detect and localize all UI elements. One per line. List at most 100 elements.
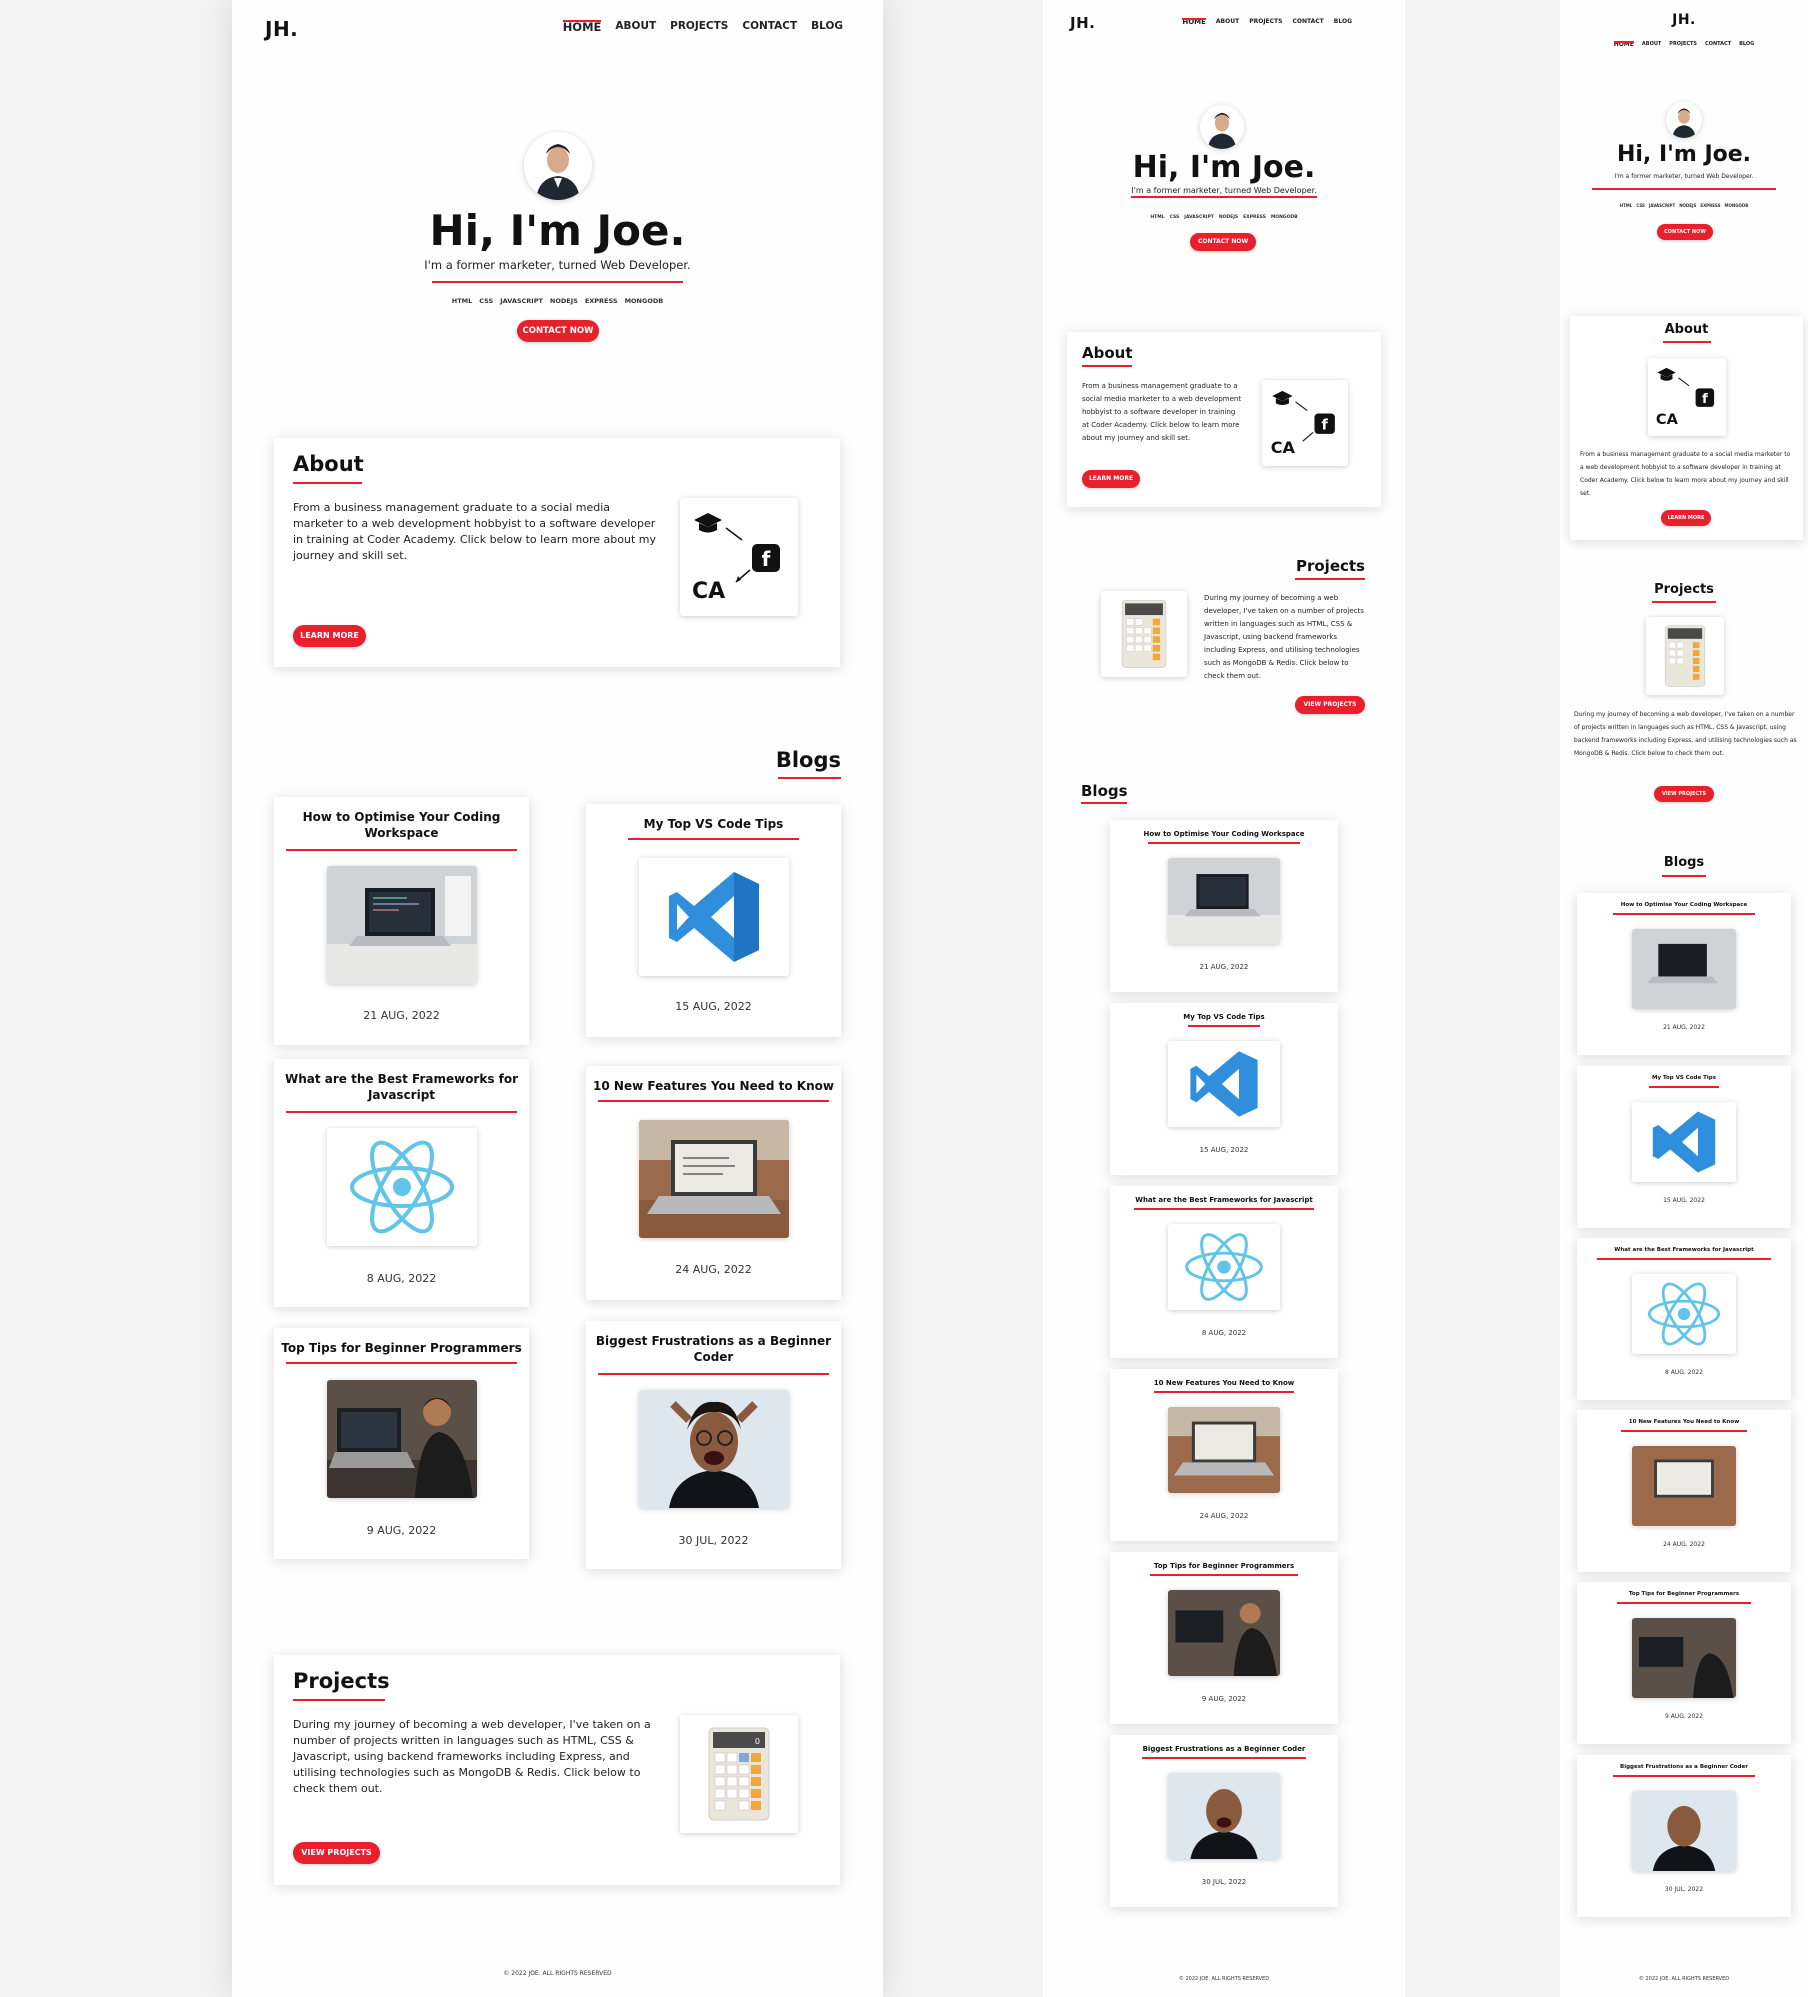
projects-image [1101, 591, 1187, 677]
hero-underline [1592, 188, 1776, 190]
blog-underline [1621, 1430, 1747, 1432]
nav-about[interactable]: About [1642, 41, 1661, 48]
blog-image [1632, 1102, 1736, 1182]
about-title: About [1082, 344, 1133, 362]
blog-title[interactable]: Top Tips for Beginner Programmers [1583, 1591, 1785, 1597]
nav-contact[interactable]: Contact [1292, 18, 1323, 26]
skill-tag: CSS [1169, 215, 1180, 220]
contact-now-button[interactable]: Contact Now [1657, 224, 1713, 240]
projects-underline [1295, 578, 1365, 580]
blog-title[interactable]: My Top VS Code Tips [1116, 1013, 1332, 1021]
nav-projects[interactable]: Projects [1669, 41, 1697, 48]
nav-contact[interactable]: Contact [742, 20, 797, 34]
contact-now-button[interactable]: Contact Now [1190, 233, 1256, 251]
view-projects-button[interactable]: View Projects [293, 1842, 380, 1864]
blog-title[interactable]: Top Tips for Beginner Programmers [1116, 1562, 1332, 1570]
blogs-title: Blogs [1663, 855, 1705, 870]
about-card: About f CA From a business management gra… [1570, 316, 1803, 540]
blog-underline [1142, 1757, 1306, 1759]
blog-card[interactable]: What are the Best Frameworks for Javascr… [1110, 1186, 1338, 1358]
nav-contact[interactable]: Contact [1705, 41, 1731, 48]
blog-card[interactable]: Top Tips for Beginner Programmers 9 AUG,… [274, 1328, 529, 1559]
blog-title[interactable]: 10 New Features You Need to Know [1116, 1379, 1332, 1387]
ca-logo-text: CA [1271, 438, 1296, 457]
about-text: From a business management graduate to a… [293, 501, 656, 562]
blog-card[interactable]: My Top VS Code Tips 15 AUG, 2022 [1110, 1003, 1338, 1175]
nav-home[interactable]: Home [1613, 41, 1635, 48]
learn-more-button[interactable]: Learn More [1082, 470, 1140, 488]
contact-now-button[interactable]: Contact Now [517, 320, 599, 342]
nav-about[interactable]: About [1216, 18, 1239, 26]
blog-date: 15 AUG, 2022 [675, 1000, 752, 1013]
blog-title[interactable]: How to Optimise Your Coding Workspace [1116, 830, 1332, 838]
blog-title[interactable]: How to Optimise Your Coding Workspace [1583, 902, 1785, 908]
blogs-title: Blogs [775, 748, 841, 772]
projects-card: Projects During my journey of becoming a… [274, 1655, 840, 1885]
nav-projects[interactable]: Projects [1249, 18, 1282, 26]
projects-title: Projects [1295, 557, 1365, 575]
blog-card[interactable]: How to Optimise Your Coding Workspace 21… [274, 797, 529, 1045]
blog-card[interactable]: Top Tips for Beginner Programmers 9 AUG,… [1577, 1582, 1791, 1744]
blog-card[interactable]: My Top VS Code Tips 15 AUG, 2022 [1577, 1066, 1791, 1228]
blog-title[interactable]: 10 New Features You Need to Know [592, 1078, 835, 1094]
skill-tag: HTML [451, 297, 473, 305]
blog-image [1632, 1446, 1736, 1526]
blog-card[interactable]: 10 New Features You Need to Know 24 AUG,… [1577, 1410, 1791, 1572]
skill-tag: MONGODB [624, 297, 664, 305]
blog-card[interactable]: Top Tips for Beginner Programmers 9 AUG,… [1110, 1552, 1338, 1724]
blog-title[interactable]: What are the Best Frameworks for Javascr… [1583, 1247, 1785, 1253]
blog-date: 9 AUG, 2022 [366, 1524, 437, 1537]
learn-more-button[interactable]: Learn More [1661, 510, 1711, 526]
view-projects-button[interactable]: View Projects [1654, 786, 1714, 802]
blog-underline [628, 838, 799, 840]
site-logo[interactable]: JH. [1560, 12, 1808, 28]
nav-blog[interactable]: Blog [811, 20, 843, 34]
blog-title[interactable]: Biggest Frustrations as a Beginner Coder [592, 1333, 835, 1365]
blog-title[interactable]: My Top VS Code Tips [1583, 1075, 1785, 1081]
blog-underline [286, 1111, 517, 1113]
skill-tag: HTML [1150, 215, 1165, 220]
blog-title[interactable]: Biggest Frustrations as a Beginner Coder [1583, 1764, 1785, 1770]
blog-card[interactable]: How to Optimise Your Coding Workspace 21… [1577, 893, 1791, 1055]
blog-title[interactable]: 10 New Features You Need to Know [1583, 1419, 1785, 1425]
blog-title[interactable]: What are the Best Frameworks for Javascr… [280, 1071, 523, 1103]
nav-home[interactable]: Home [1182, 18, 1206, 26]
blog-image [1168, 1407, 1280, 1493]
blog-date: 21 AUG, 2022 [1199, 963, 1249, 971]
nav-about[interactable]: About [615, 20, 656, 34]
blog-card[interactable]: What are the Best Frameworks for Javascr… [1577, 1238, 1791, 1400]
blogs-underline [778, 777, 841, 779]
tablet-view: JH. Home About Projects Contact Blog Hi,… [1043, 0, 1405, 1997]
blog-card[interactable]: Biggest Frustrations as a Beginner Coder… [1577, 1755, 1791, 1917]
blog-card[interactable]: How to Optimise Your Coding Workspace 21… [1110, 820, 1338, 992]
blog-title[interactable]: Biggest Frustrations as a Beginner Coder [1116, 1745, 1332, 1753]
hero-subtitle: I'm a former marketer, turned Web Develo… [424, 258, 691, 272]
blog-card[interactable]: Biggest Frustrations as a Beginner Coder… [1110, 1735, 1338, 1907]
learn-more-button[interactable]: Learn More [293, 625, 366, 647]
nav-projects[interactable]: Projects [670, 20, 728, 34]
blog-title[interactable]: Top Tips for Beginner Programmers [280, 1340, 523, 1356]
nav-home[interactable]: Home [562, 20, 601, 34]
view-projects-button[interactable]: View Projects [1295, 696, 1365, 714]
blog-card[interactable]: Biggest Frustrations as a Beginner Coder… [586, 1321, 841, 1569]
projects-underline [293, 1699, 385, 1701]
about-underline [293, 482, 362, 484]
blog-title[interactable]: What are the Best Frameworks for Javascr… [1116, 1196, 1332, 1204]
about-text: From a business management graduate to a… [1580, 451, 1791, 497]
skill-tag: JAVASCRIPT [1648, 203, 1676, 208]
blog-card[interactable]: 10 New Features You Need to Know 24 AUG,… [586, 1066, 841, 1300]
blog-card[interactable]: What are the Best Frameworks for Javascr… [274, 1059, 529, 1307]
blog-date: 30 JUL, 2022 [1664, 1886, 1704, 1893]
projects-underline [1652, 601, 1716, 603]
blog-card[interactable]: My Top VS Code Tips 15 AUG, 2022 [586, 804, 841, 1037]
hero-underline [1131, 196, 1317, 198]
blog-title[interactable]: My Top VS Code Tips [592, 816, 835, 832]
site-logo[interactable]: JH. [1070, 14, 1095, 32]
nav-blog[interactable]: Blog [1739, 41, 1754, 48]
nav-blog[interactable]: Blog [1334, 18, 1352, 26]
blog-card[interactable]: 10 New Features You Need to Know 24 AUG,… [1110, 1369, 1338, 1541]
blog-date: 21 AUG, 2022 [363, 1009, 440, 1022]
site-logo[interactable]: JH. [265, 17, 298, 41]
blog-image [1168, 1224, 1280, 1310]
blog-title[interactable]: How to Optimise Your Coding Workspace [280, 809, 523, 841]
